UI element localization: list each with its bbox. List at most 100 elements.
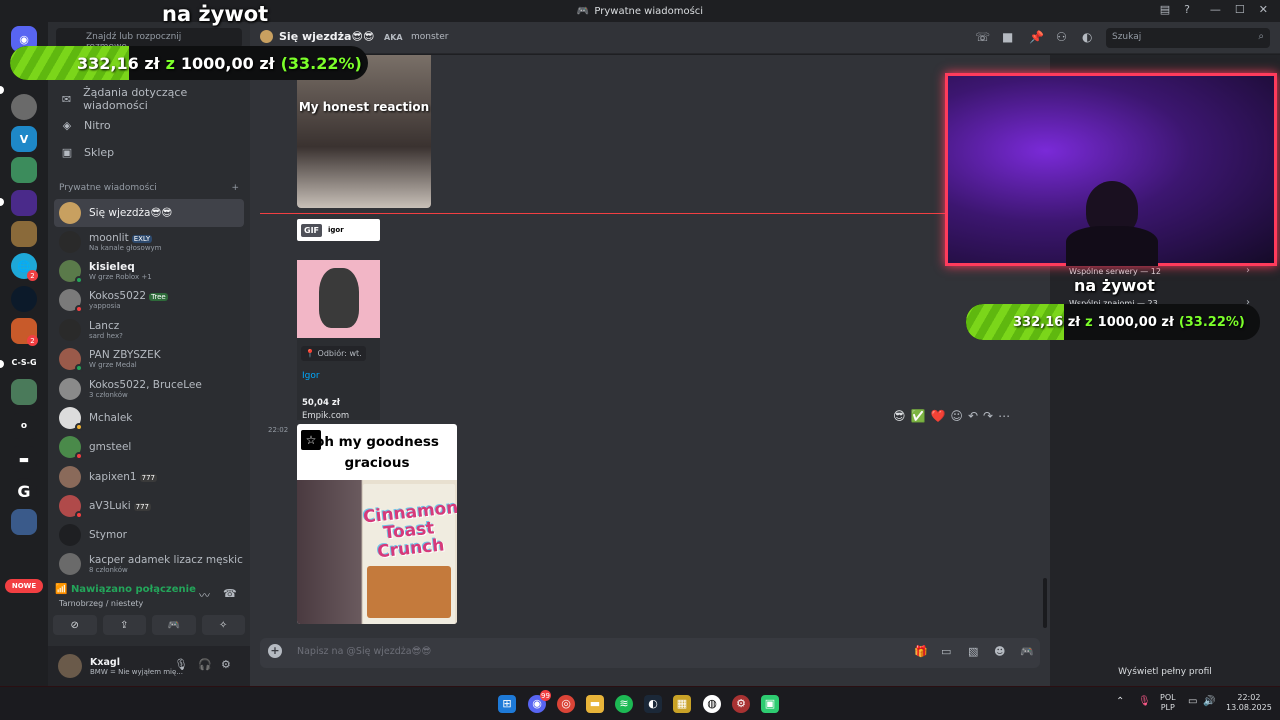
- dm-item[interactable]: kacper adamek lizacz męskic... 8 członkó…: [54, 550, 244, 578]
- chat-recipient[interactable]: Się wjezdża😎😎: [260, 30, 374, 43]
- disconnect-icon[interactable]: ☎: [223, 587, 237, 600]
- meme-image-attachment-2[interactable]: ☆ oh my goodness gracious Cinnamon Toast…: [297, 424, 457, 624]
- gif-attachment[interactable]: GIF igor: [297, 219, 380, 241]
- inbox-icon[interactable]: ▤: [1160, 3, 1170, 16]
- mutual-servers[interactable]: Wspólne serwery — 12: [1069, 267, 1161, 276]
- reaction-emoji[interactable]: 😎: [893, 409, 906, 423]
- volume-icon[interactable]: 🔊: [1203, 697, 1215, 707]
- server-icon-o[interactable]: o: [11, 413, 37, 439]
- dm-item[interactable]: Lancz sard hex?: [54, 316, 244, 344]
- emoji-picker-icon[interactable]: ☻: [994, 645, 1005, 658]
- dm-item[interactable]: Kokos5022, BruceLee 3 członków: [54, 375, 244, 403]
- app-icon-red[interactable]: ⚙: [732, 695, 750, 713]
- app-icon-gold[interactable]: ▦: [673, 695, 691, 713]
- add-friends-icon[interactable]: ⚇: [1056, 30, 1067, 44]
- server-icon-3[interactable]: [11, 157, 37, 183]
- message-composer[interactable]: + Napisz na @Się wjezdża😎😎 🎁 ▭ ▧ ☻ 🎮: [260, 638, 1040, 668]
- dm-item[interactable]: gmsteel: [54, 433, 244, 461]
- reaction-emoji[interactable]: ✅: [911, 409, 926, 423]
- app-icon-green[interactable]: ▣: [761, 695, 779, 713]
- create-dm-button[interactable]: +: [231, 183, 239, 193]
- dm-item[interactable]: kapixen1 777: [54, 463, 244, 491]
- attach-plus-button[interactable]: +: [268, 644, 282, 658]
- user-profile-icon[interactable]: ◐: [1082, 30, 1092, 44]
- nav-shop[interactable]: ▣ Sklep: [54, 140, 244, 164]
- dm-item[interactable]: kisieleq W grze Roblox +1: [54, 257, 244, 285]
- headphones-icon[interactable]: 🎧: [198, 658, 212, 671]
- voice-status[interactable]: 📶 Nawiązano połączenie: [55, 584, 196, 595]
- album-cover-image[interactable]: [297, 260, 380, 338]
- reaction-emoji[interactable]: ❤️: [930, 409, 945, 423]
- dm-search-input[interactable]: Znajdź lub rozpocznij rozmowę: [56, 28, 242, 52]
- gif-picker-icon[interactable]: ▭: [941, 645, 951, 658]
- server-icon-4[interactable]: [11, 190, 37, 216]
- network-icon[interactable]: ▭: [1188, 697, 1197, 707]
- voice-call-icon[interactable]: ☏: [975, 30, 990, 44]
- help-icon[interactable]: ?: [1184, 3, 1190, 16]
- mic-tray-icon[interactable]: 🎙: [1138, 697, 1151, 707]
- server-icon-csg[interactable]: C-S-G: [11, 349, 37, 375]
- server-icon-10[interactable]: [11, 379, 37, 405]
- clock[interactable]: 22:02 13.08.2025: [1226, 693, 1272, 713]
- server-icon-v[interactable]: V: [11, 126, 37, 152]
- server-icon-7[interactable]: [11, 286, 37, 312]
- dm-item[interactable]: Mchalek: [54, 404, 244, 432]
- microphone-icon[interactable]: 🎙: [174, 658, 188, 671]
- add-reaction-icon[interactable]: ☺: [950, 409, 963, 423]
- user-avatar[interactable]: [58, 654, 82, 678]
- tray-overflow-icon[interactable]: ⌃: [1116, 697, 1124, 707]
- forward-icon[interactable]: ↷: [983, 409, 993, 423]
- window-title: 🎮 Prywatne wiadomości: [576, 5, 704, 17]
- server-icon-5[interactable]: [11, 221, 37, 247]
- maximize-button[interactable]: ☐: [1235, 3, 1245, 16]
- screen-share-button[interactable]: ⇪: [102, 615, 146, 635]
- message-input[interactable]: Napisz na @Się wjezdża😎😎: [297, 646, 431, 657]
- language-indicator[interactable]: POL PLP: [1160, 693, 1176, 713]
- server-icon-12[interactable]: ▬: [11, 446, 37, 472]
- view-full-profile-link[interactable]: Wyświetl pełny profil: [1050, 667, 1280, 677]
- chrome-icon[interactable]: ◎: [557, 695, 575, 713]
- apps-icon[interactable]: 🎮: [1020, 645, 1034, 658]
- close-button[interactable]: ✕: [1259, 3, 1268, 16]
- server-icon-14[interactable]: [11, 509, 37, 535]
- video-call-icon[interactable]: ■: [1002, 30, 1013, 44]
- message-hover-toolbar: 😎 ✅ ❤️ ☺ ↶ ↷ ⋯: [893, 409, 1010, 423]
- embed-link[interactable]: Igor: [302, 371, 320, 381]
- minimize-button[interactable]: —: [1210, 3, 1221, 16]
- server-rail: ◉ V 🌐 2 2 C-S-G o ▬ G NOWE: [0, 22, 48, 686]
- new-unreads-badge[interactable]: NOWE: [5, 579, 43, 593]
- settings-gear-icon[interactable]: ⚙: [221, 658, 231, 671]
- avatar: [59, 260, 83, 284]
- obs-icon[interactable]: ◍: [703, 695, 721, 713]
- nav-message-requests[interactable]: ✉ Żądania dotyczące wiadomości: [54, 86, 244, 112]
- reply-icon[interactable]: ↶: [968, 409, 978, 423]
- dm-item[interactable]: Stymor: [54, 521, 244, 549]
- noise-suppression-icon[interactable]: 〰: [199, 587, 210, 603]
- chat-search-input[interactable]: Szukaj ⌕: [1106, 28, 1270, 48]
- dm-item[interactable]: Kokos5022 Tree yapposia: [54, 286, 244, 314]
- spotify-icon[interactable]: ≋: [615, 695, 633, 713]
- file-explorer-icon[interactable]: ▬: [586, 695, 604, 713]
- camera-button[interactable]: ⊘: [53, 615, 97, 635]
- chat-scrollbar[interactable]: [1043, 578, 1047, 628]
- dm-item[interactable]: aV3Luki 777: [54, 492, 244, 520]
- dm-item[interactable]: moonlit EXLY Na kanale głosowym: [54, 228, 244, 256]
- pinned-messages-icon[interactable]: 📌: [1029, 30, 1044, 44]
- activity-button[interactable]: 🎮: [152, 615, 196, 635]
- start-button[interactable]: ⊞: [498, 695, 516, 713]
- sticker-icon[interactable]: ▧: [968, 645, 978, 658]
- gift-icon[interactable]: 🎁: [914, 645, 928, 658]
- discord-taskbar-badge: 99: [540, 690, 551, 701]
- server-icon-g[interactable]: G: [11, 478, 37, 504]
- more-options-icon[interactable]: ⋯: [998, 409, 1010, 423]
- nav-nitro[interactable]: ◈ Nitro: [54, 113, 244, 137]
- product-embed: 📍 Odbiór: wt. Igor 50,04 zł Empik.com: [297, 260, 380, 421]
- dm-item[interactable]: Się wjezdża😎😎: [54, 199, 244, 227]
- steam-icon[interactable]: ◐: [644, 695, 662, 713]
- titlebar-tools: ▤ ?: [1160, 3, 1190, 16]
- soundboard-button[interactable]: ✧: [201, 615, 245, 635]
- server-icon-1[interactable]: [11, 94, 37, 120]
- chevron-right-icon[interactable]: ›: [1246, 265, 1250, 276]
- voice-location[interactable]: Tarnobrzeg / niestety: [59, 599, 143, 608]
- dm-item[interactable]: PAN ZBYSZEK W grze Medal: [54, 345, 244, 373]
